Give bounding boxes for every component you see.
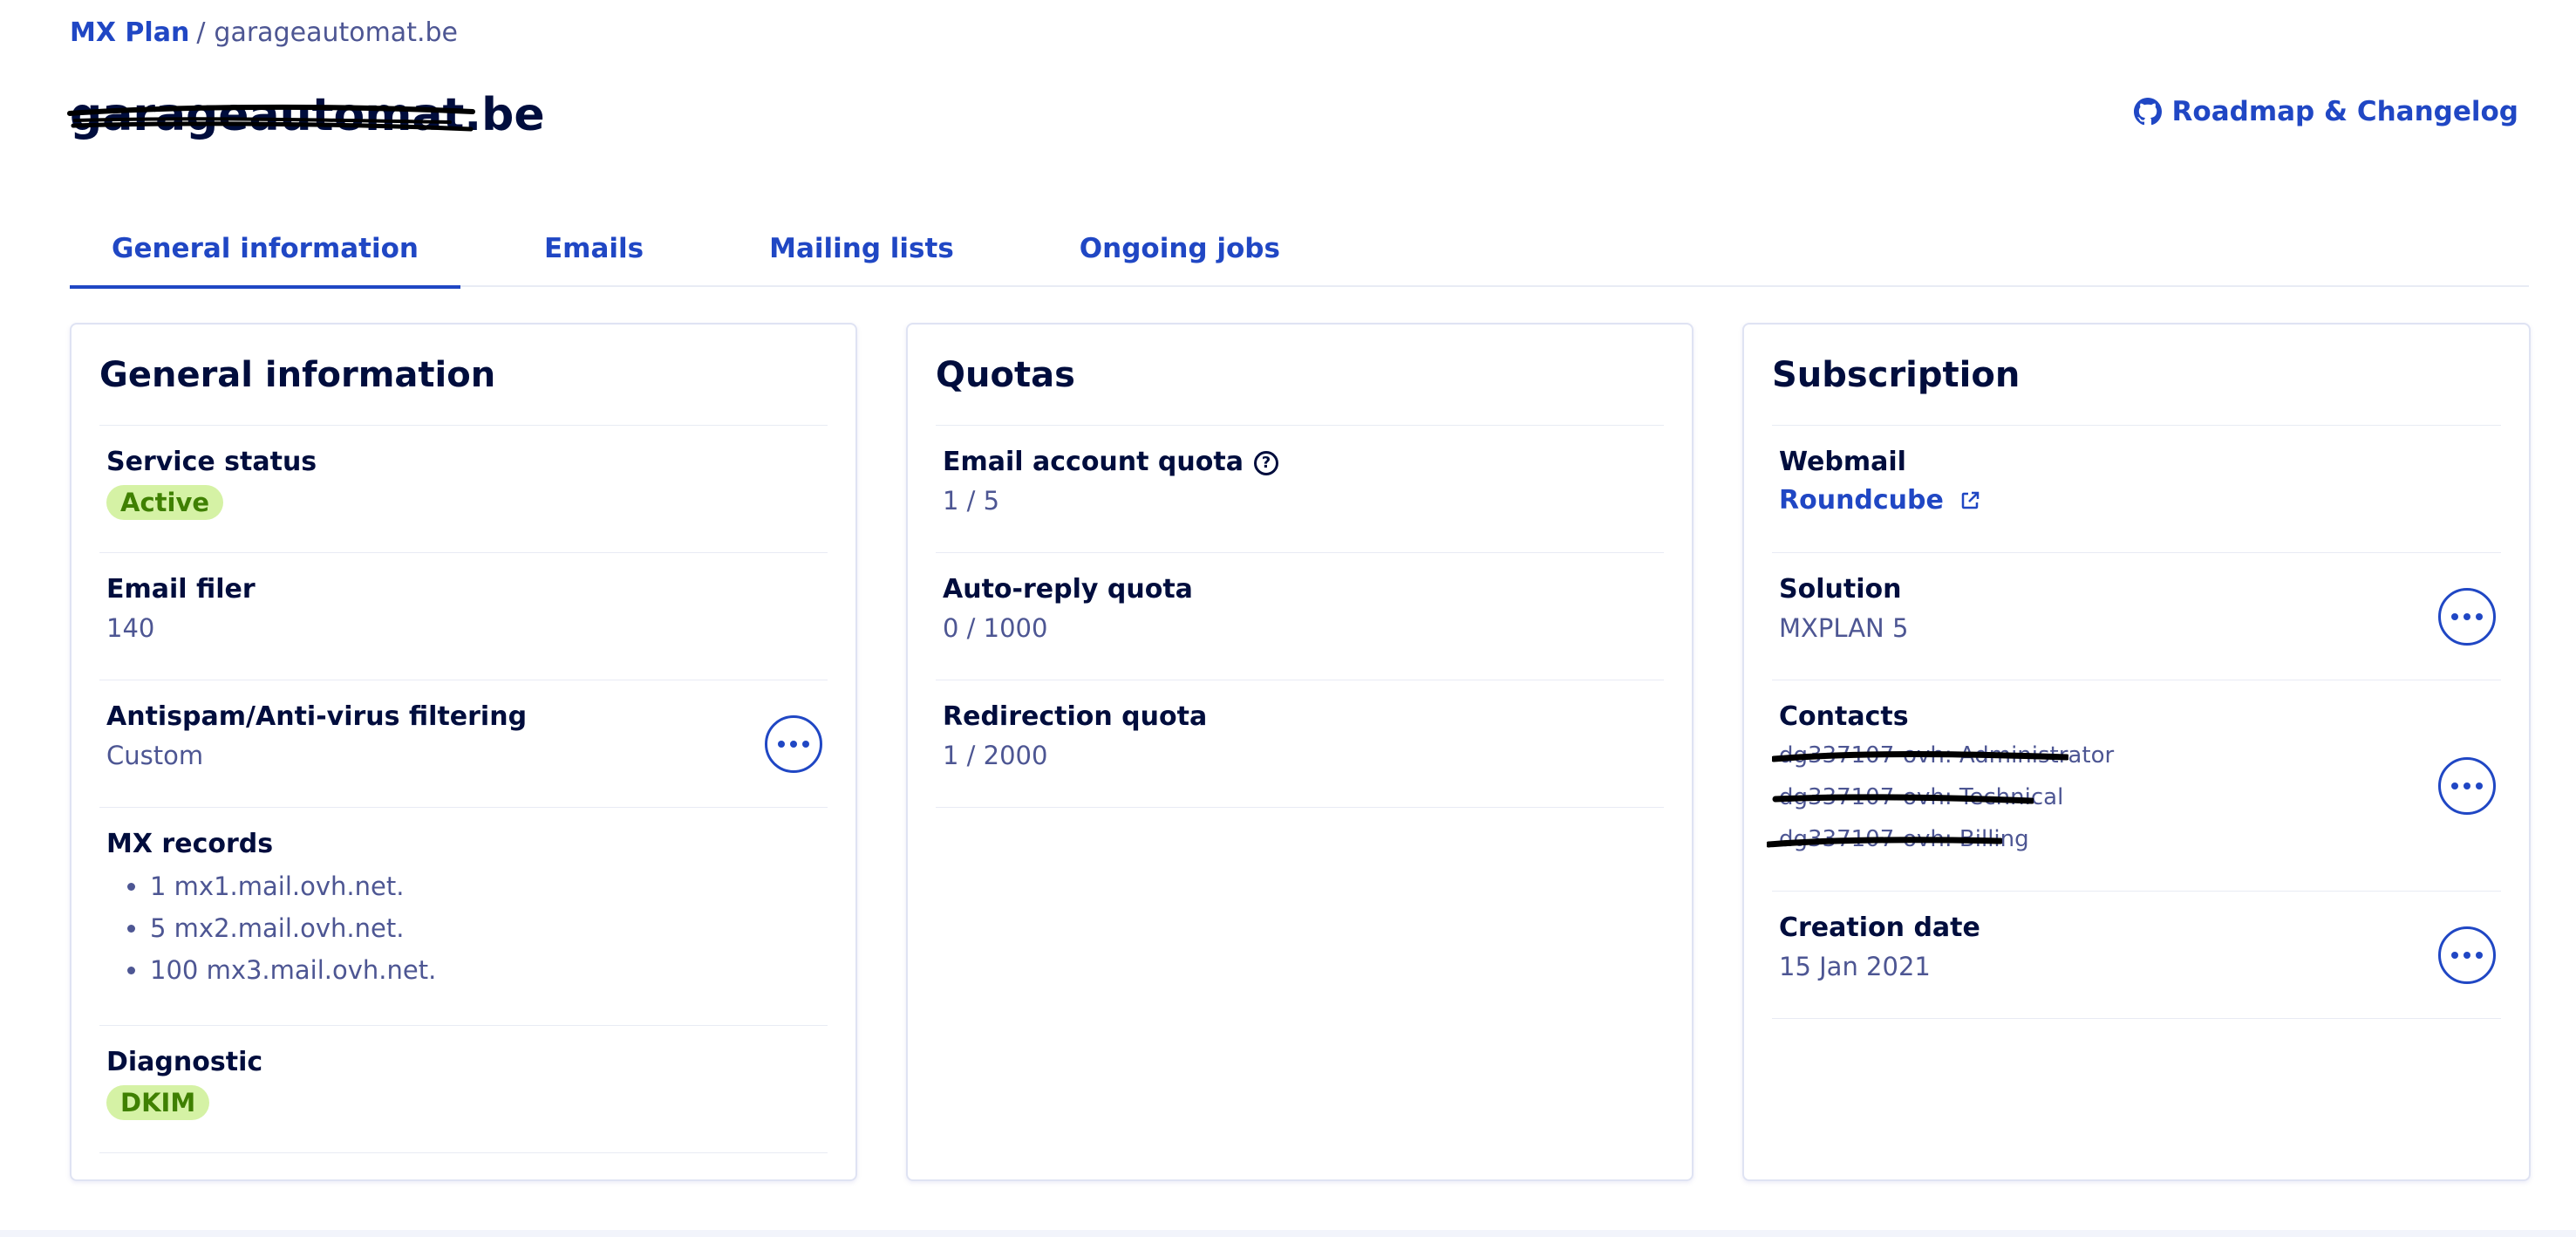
subscription-card: Subscription Webmail Roundcube Solution …	[1742, 323, 2531, 1181]
list-item: 100 mx3.mail.ovh.net.	[127, 949, 821, 991]
card-title: General information	[99, 325, 828, 426]
quotas-card: Quotas Email account quota? 1 / 5 Auto-r…	[906, 323, 1693, 1181]
tile-label: Solution	[1779, 574, 1902, 605]
breadcrumb-mx-plan-link[interactable]: MX Plan	[70, 17, 189, 49]
dot-icon	[2464, 782, 2470, 789]
page-title: garageautomat.be	[67, 87, 545, 143]
creation-date-tile: Creation date 15 Jan 2021	[1772, 892, 2501, 1019]
dot-icon	[2464, 951, 2470, 959]
tile-label: Email filer	[106, 574, 256, 605]
tile-label: Redirection quota	[943, 701, 1208, 732]
contacts-tile: Contacts dg337107-ovh: Administrator dg3…	[1767, 680, 2501, 892]
tile-label: Antispam/Anti-virus filtering	[106, 701, 528, 732]
redaction-scribble	[1767, 837, 2002, 848]
card-title: Subscription	[1772, 325, 2501, 426]
tile-label: Webmail	[1779, 447, 1906, 477]
bottom-band	[0, 1230, 2576, 1237]
dot-icon	[2476, 612, 2483, 620]
tab-emails[interactable]: Emails	[460, 222, 706, 287]
redaction-scribble	[1772, 794, 2034, 804]
tile-value: MXPLAN 5	[1779, 613, 1909, 643]
page: MX Plan / garageautomat.be garageautomat…	[0, 0, 2576, 1237]
creation-date-actions-button[interactable]	[2438, 926, 2496, 984]
roundcube-link-label: Roundcube	[1779, 485, 1944, 516]
tile-value: 1 / 2000	[943, 741, 1048, 770]
dot-icon	[2476, 782, 2483, 789]
solution-actions-button[interactable]	[2438, 587, 2496, 646]
diagnostic-tile: Diagnostic DKIM	[99, 1026, 828, 1153]
tile-value: 0 / 1000	[943, 613, 1048, 643]
tab-bar: General information Emails Mailing lists…	[70, 222, 2529, 289]
diagnostic-badge: DKIM	[106, 1085, 210, 1120]
tile-label: Contacts	[1779, 701, 1909, 732]
tile-label: Service status	[106, 447, 317, 477]
mx-records-list: 1 mx1.mail.ovh.net. 5 mx2.mail.ovh.net. …	[106, 865, 821, 991]
dot-icon	[778, 740, 785, 748]
tile-label-text: Email account quota	[943, 447, 1244, 477]
service-status-tile: Service status Active	[99, 426, 828, 553]
solution-tile: Solution MXPLAN 5	[1772, 553, 2501, 680]
breadcrumb-separator: /	[196, 17, 206, 48]
list-item: 5 mx2.mail.ovh.net.	[127, 907, 821, 949]
breadcrumb: MX Plan / garageautomat.be	[70, 17, 458, 49]
contact-line: dg337107-ovh: Technical	[1772, 776, 2494, 818]
status-badge: Active	[106, 485, 224, 520]
tab-ongoing-jobs[interactable]: Ongoing jobs	[1017, 222, 1322, 287]
email-filer-tile: Email filer 140	[99, 553, 828, 680]
tile-value: 140	[106, 613, 155, 643]
dot-icon	[2476, 951, 2483, 959]
redirection-quota-tile: Redirection quota 1 / 2000	[936, 680, 1664, 808]
tile-label: Auto-reply quota	[943, 574, 1193, 605]
contact-line: dg337107-ovh: Billing	[1767, 818, 2494, 860]
dot-icon	[790, 740, 797, 748]
tab-mailing-lists[interactable]: Mailing lists	[706, 222, 1017, 287]
tile-label: MX records	[106, 829, 274, 859]
card-title: Quotas	[936, 325, 1664, 426]
dot-icon	[2451, 612, 2458, 620]
roundcube-link[interactable]: Roundcube	[1779, 482, 1980, 520]
tile-label: Diagnostic	[106, 1047, 263, 1077]
dot-icon	[2451, 951, 2458, 959]
external-link-icon	[1961, 491, 1980, 509]
antispam-tile: Antispam/Anti-virus filtering Custom	[99, 680, 828, 808]
dot-icon	[2451, 782, 2458, 789]
roadmap-label: Roadmap & Changelog	[2171, 96, 2518, 127]
breadcrumb-current: garageautomat.be	[214, 17, 458, 48]
tile-value: 15 Jan 2021	[1779, 952, 1931, 981]
webmail-tile: Webmail Roundcube	[1772, 426, 2501, 553]
dot-icon	[802, 740, 809, 748]
dot-icon	[2464, 612, 2470, 620]
redaction-scribble	[1772, 751, 2068, 762]
general-information-card: General information Service status Activ…	[70, 323, 857, 1181]
github-icon	[2133, 98, 2162, 126]
tile-label: Creation date	[1779, 912, 1980, 943]
tab-general-information[interactable]: General information	[70, 222, 460, 289]
antispam-actions-button[interactable]	[765, 714, 822, 773]
list-item: 1 mx1.mail.ovh.net.	[127, 865, 821, 907]
auto-reply-quota-tile: Auto-reply quota 0 / 1000	[936, 553, 1664, 680]
contact-line: dg337107-ovh: Administrator	[1772, 735, 2494, 776]
tile-value: Custom	[106, 741, 204, 770]
title-redaction-scribble	[67, 104, 475, 132]
mx-records-tile: MX records 1 mx1.mail.ovh.net. 5 mx2.mai…	[99, 808, 828, 1026]
email-account-quota-tile: Email account quota? 1 / 5	[936, 426, 1664, 553]
roadmap-changelog-link[interactable]: Roadmap & Changelog	[2133, 96, 2518, 127]
tile-value: 1 / 5	[943, 486, 1000, 516]
help-icon[interactable]: ?	[1253, 450, 1278, 475]
title-wrap: garageautomat.be	[67, 87, 545, 143]
contacts-actions-button[interactable]	[2438, 756, 2496, 815]
tile-label: Email account quota?	[943, 445, 1657, 480]
